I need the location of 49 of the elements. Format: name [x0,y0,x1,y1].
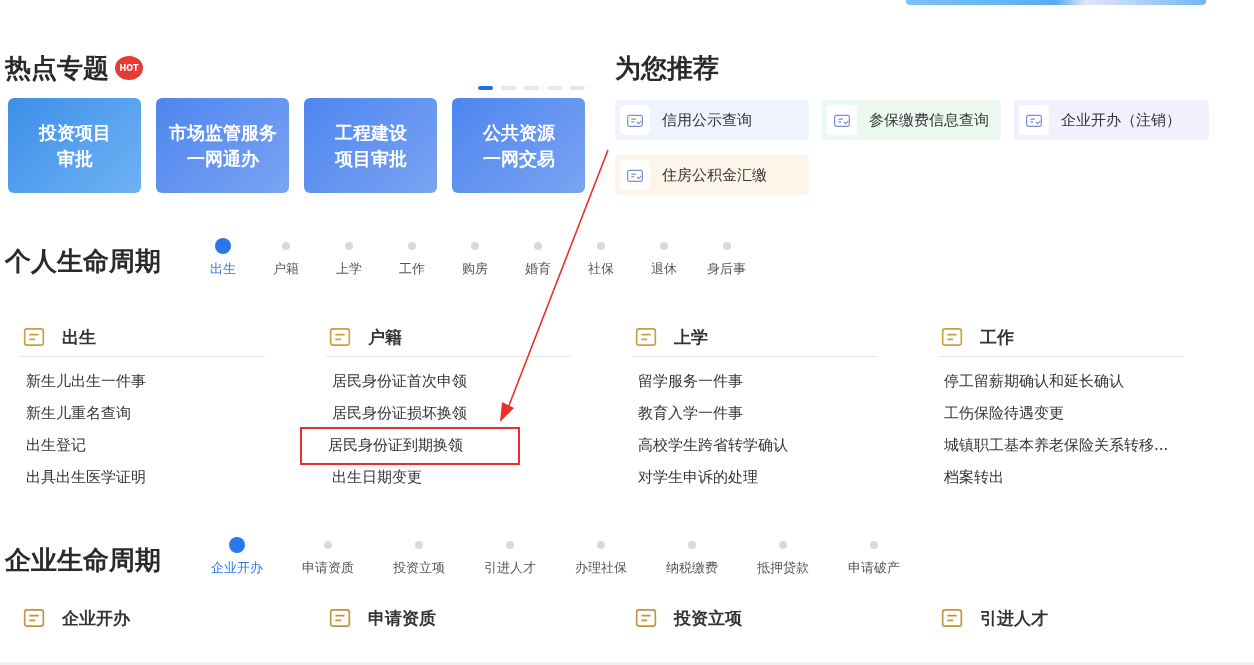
lifecycle-tab[interactable]: 上学 [317,238,380,278]
lifecycle-tab[interactable]: 投资立项 [373,537,464,577]
service-link[interactable]: 居民身份证到期换领 [300,427,520,465]
recommend-item[interactable]: 住房公积金汇缴 [615,155,809,195]
lifecycle-tab[interactable]: 户籍 [254,238,317,278]
lifecycle-tab[interactable]: 申请资质 [282,537,373,577]
category-title: 户籍 [368,325,402,349]
service-link[interactable]: 留学服务一件事 [632,365,749,397]
lifecycle-tab[interactable]: 婚育 [506,238,569,278]
lifecycle-tab[interactable]: 办理社保 [555,537,646,577]
service-link[interactable]: 停工留薪期确认和延长确认 [938,365,1130,397]
service-link[interactable]: 城镇职工基本养老保险关系转移... [938,429,1175,461]
service-link[interactable]: 出生登记 [20,429,92,461]
lifecycle-tab[interactable]: 出生 [191,238,254,278]
service-link[interactable]: 教育入学一件事 [632,397,749,429]
section-title: 企业生命周期 [5,544,161,577]
service-link[interactable]: 档案转出 [938,461,1010,493]
recommend-item[interactable]: 信用公示查询 [615,100,809,140]
hot-badge: HOT [115,56,143,80]
recommend-item[interactable]: 参保缴费信息查询 [822,100,1001,140]
lifecycle-tab[interactable]: 购房 [443,238,506,278]
category-title: 企业开办 [62,606,130,630]
service-link[interactable]: 对学生申诉的处理 [632,461,764,493]
service-link[interactable]: 新生儿重名查询 [20,397,137,429]
lifecycle-tab[interactable]: 身后事 [695,238,758,278]
category-title: 引进人才 [980,606,1048,630]
service-link[interactable]: 居民身份证首次申领 [326,365,473,397]
lifecycle-tab[interactable]: 引进人才 [464,537,555,577]
section-title: 热点专题 [5,52,109,85]
service-link[interactable]: 新生儿出生一件事 [20,365,152,397]
category-title: 出生 [62,325,96,349]
category-title: 投资立项 [674,606,742,630]
lifecycle-tab[interactable]: 抵押贷款 [737,537,828,577]
lifecycle-tab[interactable]: 纳税缴费 [646,537,737,577]
service-link[interactable]: 居民身份证损坏换领 [326,397,473,429]
recommend-item[interactable]: 企业开办（注销） [1014,100,1209,140]
service-link[interactable]: 出具出生医学证明 [20,461,152,493]
lifecycle-tab[interactable]: 申请破产 [828,537,919,577]
lifecycle-tab[interactable]: 社保 [569,238,632,278]
lifecycle-tab[interactable]: 工作 [380,238,443,278]
service-link[interactable]: 高校学生跨省转学确认 [632,429,794,461]
service-link[interactable]: 工伤保险待遇变更 [938,397,1070,429]
category-title: 工作 [980,325,1014,349]
section-title: 为您推荐 [615,52,720,85]
section-title: 个人生命周期 [5,245,161,278]
category-title: 上学 [674,325,708,349]
lifecycle-tab[interactable]: 退休 [632,238,695,278]
lifecycle-tab[interactable]: 企业开办 [191,537,282,577]
category-title: 申请资质 [368,606,436,630]
